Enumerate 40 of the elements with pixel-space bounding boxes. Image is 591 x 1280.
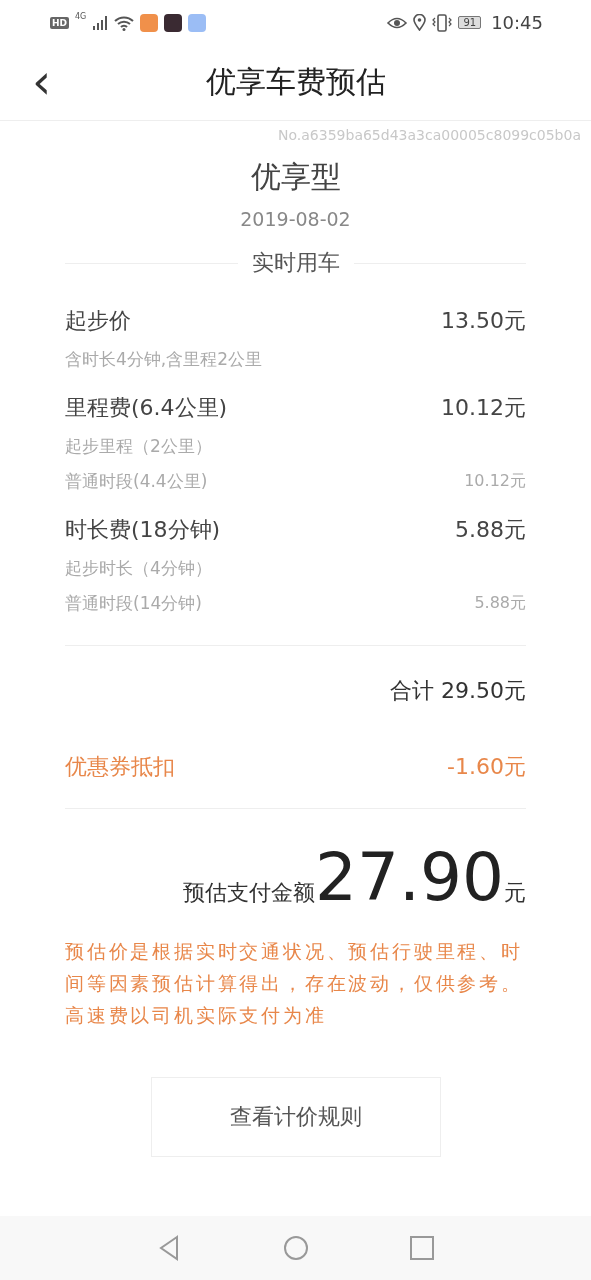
battery-level: 91 xyxy=(458,16,482,29)
wifi-icon xyxy=(114,14,135,31)
fee-name: 起步价 xyxy=(65,307,131,335)
trip-date: 2019-08-02 xyxy=(240,208,351,230)
signal-icon xyxy=(92,14,109,31)
network-type: 4G xyxy=(75,12,87,21)
section-title: 实时用车 xyxy=(251,249,340,277)
fee-amount: 13.50元 xyxy=(441,307,526,335)
home-nav-icon[interactable] xyxy=(282,1235,309,1261)
pay-label: 预估支付金额 xyxy=(183,879,316,907)
pay-amount: 27.90 xyxy=(315,845,504,911)
page-title: 优享车费预估 xyxy=(205,63,386,101)
fee-amount: 5.88元 xyxy=(455,516,526,544)
fee-detail: 含时长4分钟,含里程2公里 xyxy=(65,348,263,371)
hd-indicator: HD xyxy=(50,16,69,29)
pricing-rules-button[interactable]: 查看计价规则 xyxy=(150,1077,441,1157)
vibrate-icon xyxy=(432,13,453,32)
recents-nav-icon[interactable] xyxy=(408,1235,435,1261)
app-icon xyxy=(164,13,183,32)
detail-amount: 10.12元 xyxy=(464,471,526,492)
coupon-amount: -1.60元 xyxy=(447,753,526,781)
back-button[interactable]: ‹ xyxy=(24,57,60,105)
fee-name: 里程费(6.4公里) xyxy=(65,394,228,422)
coupon-label: 优惠券抵扣 xyxy=(65,753,175,781)
app-icon xyxy=(140,13,159,32)
car-type: 优享型 xyxy=(250,158,341,196)
fee-name: 时长费(18分钟) xyxy=(65,516,221,544)
fee-detail: 起步里程（2公里） xyxy=(65,435,212,458)
eye-icon xyxy=(387,15,408,30)
app-icon xyxy=(188,13,207,32)
location-icon xyxy=(413,14,427,31)
fee-detail: 普通时段(14分钟) xyxy=(65,592,202,615)
fee-amount: 10.12元 xyxy=(441,394,526,422)
subtotal: 合计 29.50元 xyxy=(390,677,526,705)
price-note: 预估价是根据实时交通状况、预估行驶里程、时间等因素预估计算得出，存在波动，仅供参考。高速费以司机实际支付为准 xyxy=(65,939,524,1028)
detail-amount: 5.88元 xyxy=(474,593,526,614)
fee-detail: 起步时长（4分钟） xyxy=(65,557,212,580)
clock: 10:45 xyxy=(491,12,543,33)
currency-unit: 元 xyxy=(504,879,526,907)
fee-detail: 普通时段(4.4公里) xyxy=(65,470,208,493)
